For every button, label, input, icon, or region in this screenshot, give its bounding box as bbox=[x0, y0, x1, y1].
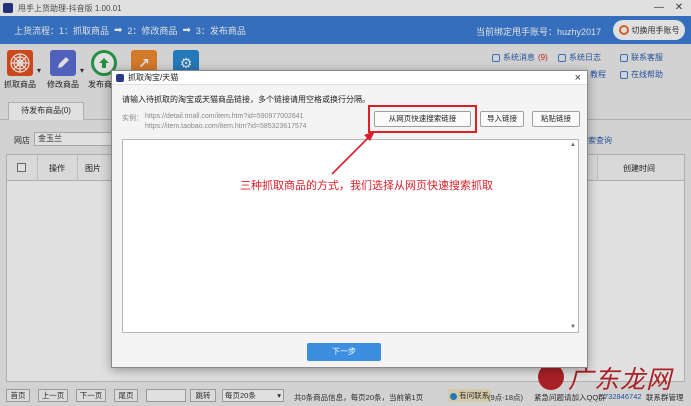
annotation-arrow bbox=[331, 131, 375, 175]
annotation-text: 三种抓取商品的方式，我们选择从网页快速搜索抓取 bbox=[240, 180, 493, 192]
fetch-dialog: 抓取淘宝/天猫 × 请输入待抓取的淘宝或天猫商品链接，多个链接请用空格或换行分隔… bbox=[111, 70, 588, 368]
app-window: 甩手上货助理-抖音版 1.00.01 — ✕ 上货流程： 1：抓取商品 ➡ 2：… bbox=[0, 0, 691, 406]
